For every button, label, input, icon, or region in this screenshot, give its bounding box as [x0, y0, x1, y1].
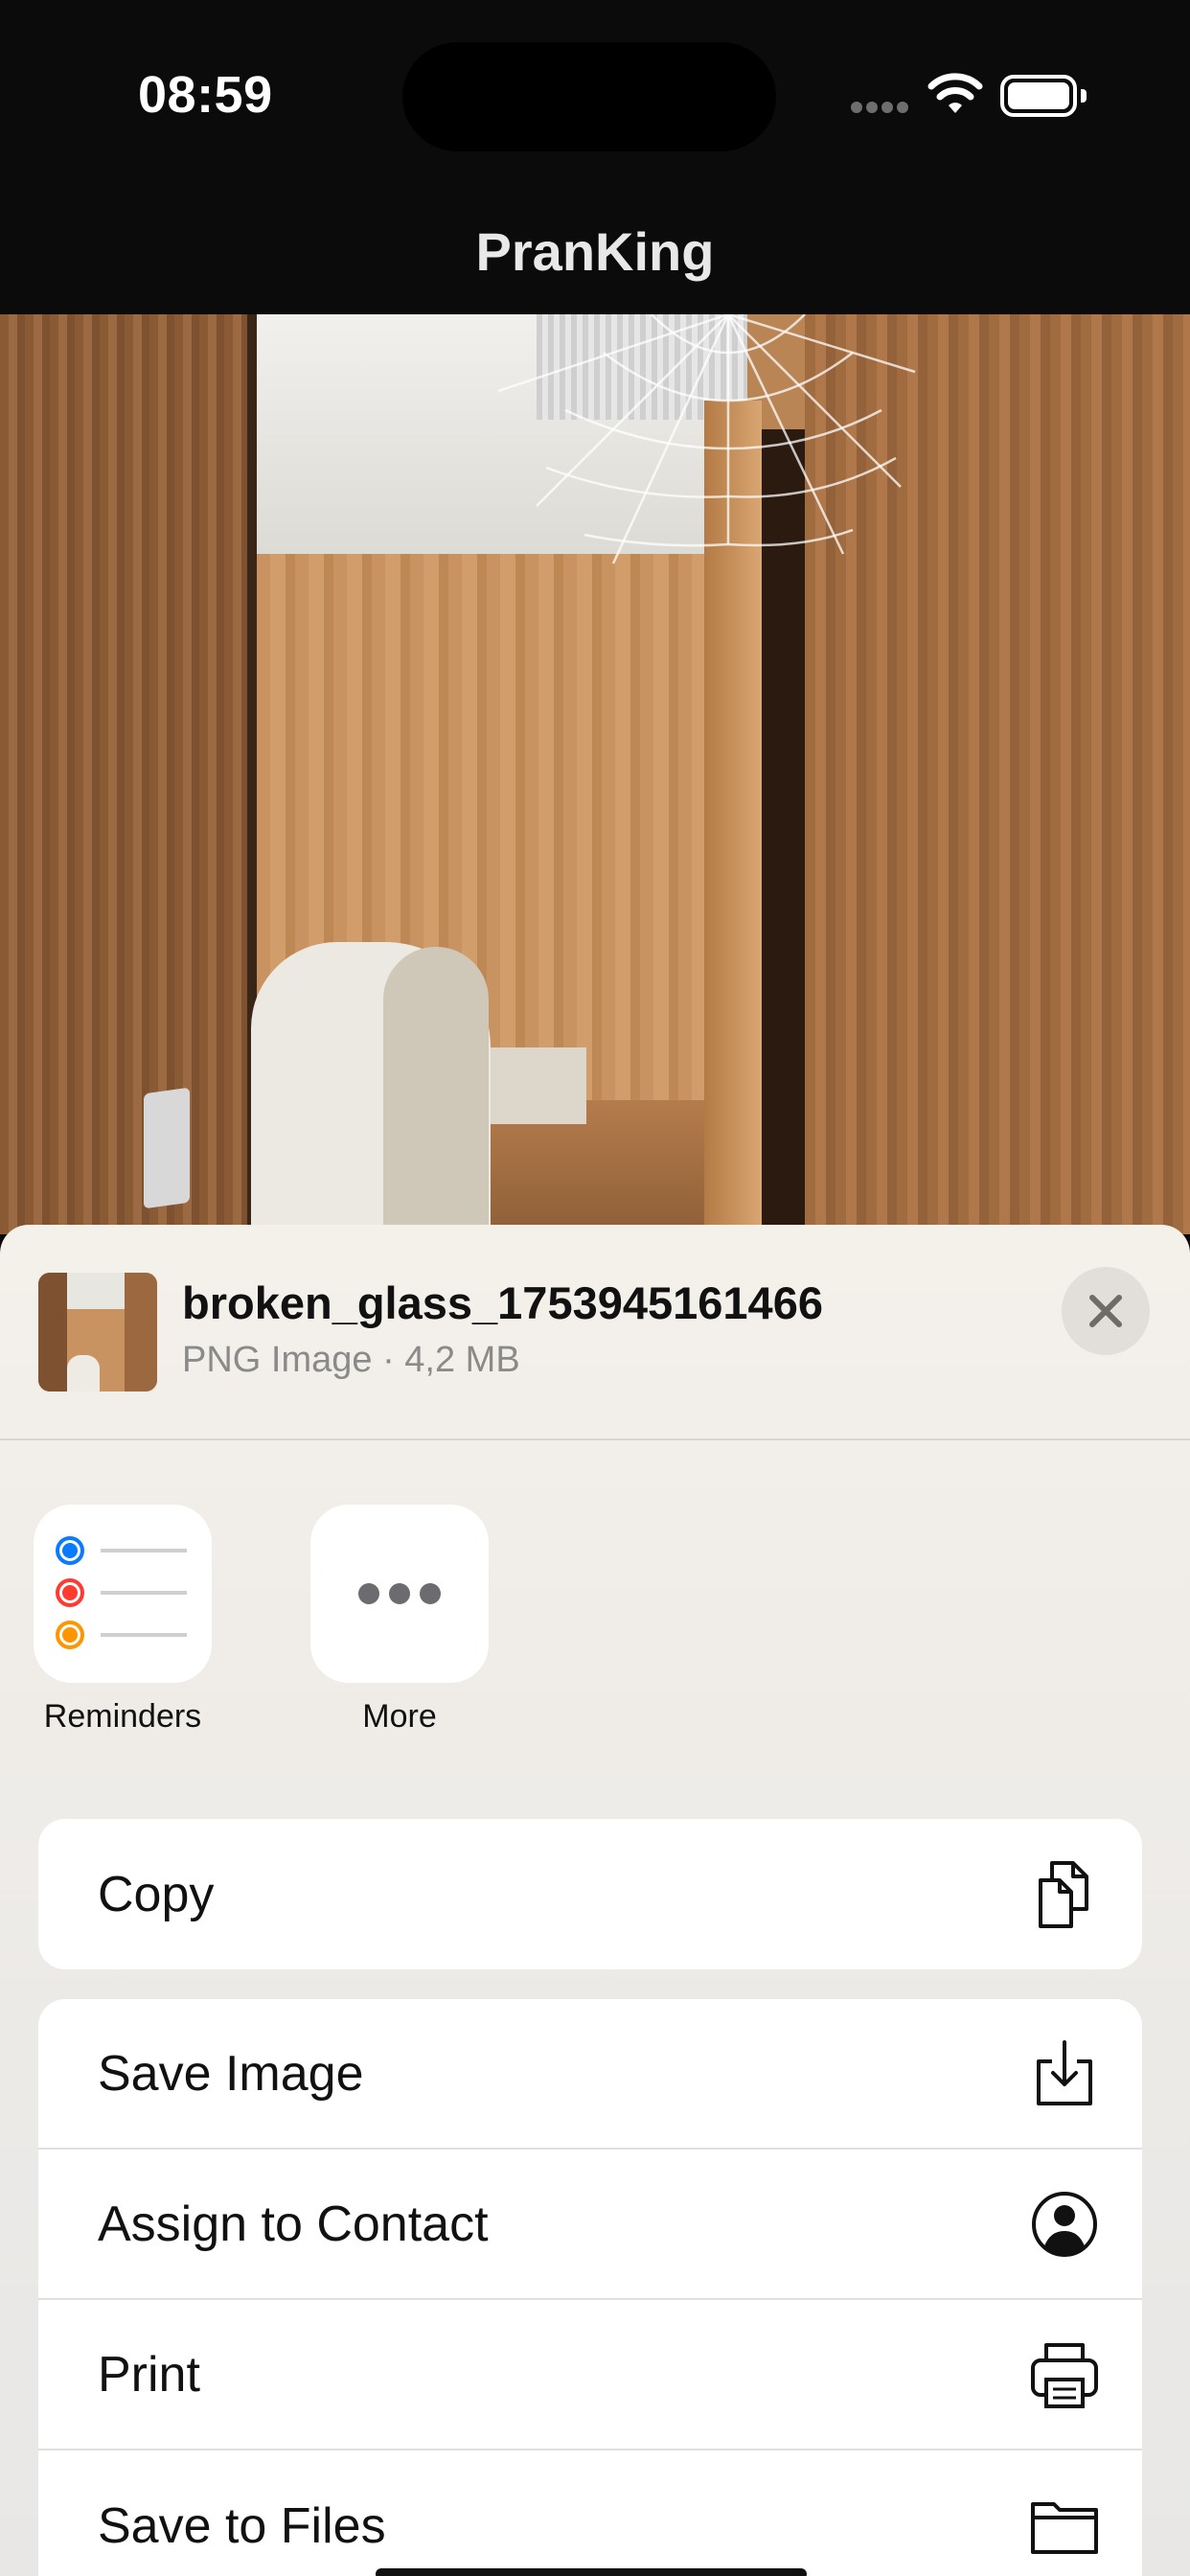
save-image-icon [1037, 2039, 1092, 2105]
more-icon [310, 1505, 489, 1683]
app-reminders[interactable]: Reminders [32, 1505, 214, 1736]
action-copy[interactable]: Copy [38, 1819, 1142, 1969]
reminders-icon [34, 1505, 212, 1683]
file-name: broken_glass_1753945161466 [182, 1277, 823, 1328]
dynamic-island [402, 42, 776, 151]
header-divider [0, 1438, 1190, 1440]
file-thumbnail [38, 1273, 157, 1392]
cellular-signal-icon [851, 102, 910, 115]
app-more[interactable]: More [309, 1505, 491, 1736]
actions-group-secondary: Save Image Assign to Contact Print Save … [38, 1999, 1142, 2576]
home-indicator [376, 2568, 807, 2576]
status-time: 08:59 [138, 66, 273, 124]
action-print[interactable]: Print [38, 2300, 1142, 2450]
action-label-print: Print [98, 2346, 200, 2403]
file-meta: PNG Image · 4,2 MB [182, 1340, 520, 1380]
printer-icon [1031, 2342, 1098, 2408]
action-save-to-files[interactable]: Save to Files [38, 2450, 1142, 2576]
wifi-icon [926, 71, 985, 117]
action-label-save-to-files: Save to Files [98, 2497, 386, 2554]
copy-icon [1039, 1860, 1088, 1928]
action-label-copy: Copy [98, 1866, 215, 1922]
actions-group-primary: Copy [38, 1819, 1142, 1969]
app-label-more: More [362, 1698, 437, 1735]
share-sheet-header: broken_glass_1753945161466 PNG Image · 4… [0, 1225, 1190, 1439]
page-title: PranKing [475, 221, 715, 282]
contact-icon [1032, 2191, 1097, 2257]
action-label-save-image: Save Image [98, 2045, 364, 2102]
spider-web-overlay [497, 314, 916, 564]
navigation-bar: PranKing [0, 192, 1190, 314]
close-button[interactable] [1062, 1267, 1150, 1355]
prank-photo [0, 314, 1190, 1234]
status-bar: 08:59 [0, 0, 1190, 192]
battery-icon [1000, 75, 1087, 117]
folder-icon [1031, 2501, 1098, 2554]
share-sheet: broken_glass_1753945161466 PNG Image · 4… [0, 1225, 1190, 2576]
action-label-assign-to-contact: Assign to Contact [98, 2196, 489, 2252]
action-assign-to-contact[interactable]: Assign to Contact [38, 2150, 1142, 2300]
app-label-reminders: Reminders [43, 1698, 202, 1735]
close-icon [1089, 1295, 1122, 1327]
action-save-image[interactable]: Save Image [38, 1999, 1142, 2150]
